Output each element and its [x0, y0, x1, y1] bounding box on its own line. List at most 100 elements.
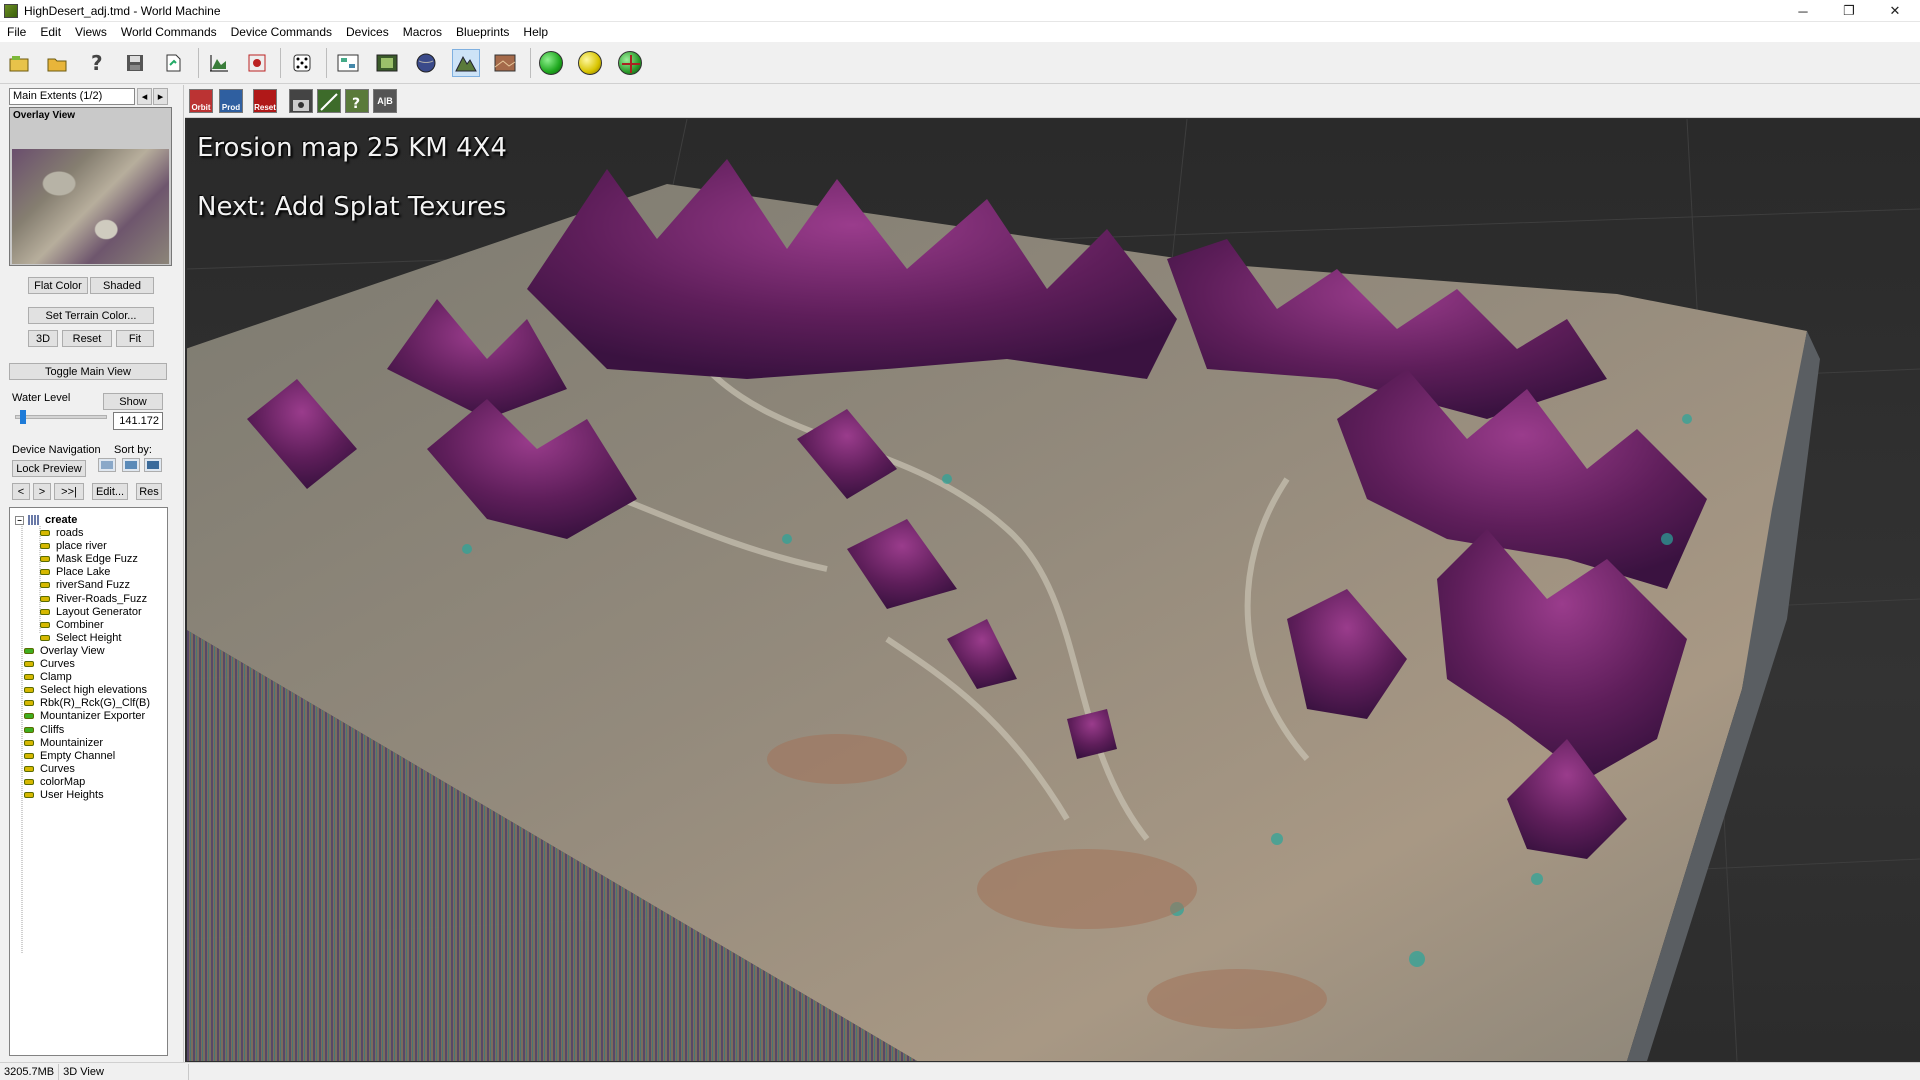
device-icon: [40, 556, 50, 563]
app-icon: [4, 3, 18, 18]
device-icon: [24, 661, 34, 667]
film-icon[interactable]: [373, 49, 401, 77]
water-level-field[interactable]: 141.172: [113, 412, 163, 430]
shaded-button[interactable]: Shaded: [90, 277, 154, 294]
toolbar-separator: [198, 48, 199, 78]
help-view-icon[interactable]: ?: [345, 89, 369, 113]
new-icon[interactable]: [5, 49, 33, 77]
sort-graph-icon[interactable]: [144, 458, 162, 472]
build-world-icon[interactable]: [616, 49, 644, 77]
collapse-icon[interactable]: −: [15, 515, 24, 525]
fit-button[interactable]: Fit: [116, 330, 154, 347]
water-level-slider[interactable]: [15, 410, 107, 424]
group-icon: [28, 515, 40, 525]
device-icon: [24, 778, 34, 785]
menu-device-commands[interactable]: Device Commands: [224, 25, 339, 39]
help-icon[interactable]: ?: [82, 49, 110, 77]
tree-node[interactable]: User Heights: [24, 787, 104, 803]
menu-world-commands[interactable]: World Commands: [114, 25, 224, 39]
device-icon: [40, 634, 50, 641]
device-icon: [40, 543, 50, 550]
open-icon[interactable]: [43, 49, 71, 77]
preview-image: [12, 149, 169, 264]
window-title: HighDesert_adj.tmd - World Machine: [24, 3, 221, 18]
close-button[interactable]: ✕: [1872, 0, 1918, 22]
device-icon: [40, 582, 50, 589]
terrain-icon[interactable]: [452, 49, 480, 77]
flat-color-button[interactable]: Flat Color: [28, 277, 88, 294]
sort-type-icon[interactable]: [122, 458, 140, 472]
dice-icon[interactable]: [288, 49, 316, 77]
terrain-scene[interactable]: Erosion map 25 KM 4X4 Next: Add Splat Te…: [187, 119, 1920, 1061]
status-bar: 3205.7MB 3D View: [0, 1062, 1920, 1080]
globe-icon[interactable]: [412, 49, 440, 77]
nav-next-button[interactable]: >: [33, 483, 51, 500]
device-icon: [40, 608, 50, 615]
sort-by-label: Sort by:: [114, 444, 152, 456]
device-icon: [24, 687, 34, 694]
menu-file[interactable]: File: [0, 25, 33, 39]
device-icon: [24, 792, 34, 798]
device-icon: [40, 530, 50, 536]
device-icon: [24, 674, 34, 681]
menu-blueprints[interactable]: Blueprints: [449, 25, 516, 39]
ab-compare-button[interactable]: A|B: [373, 89, 397, 113]
lock-preview-button[interactable]: Lock Preview: [12, 460, 86, 477]
menu-devices[interactable]: Devices: [339, 25, 396, 39]
build-yellow-icon[interactable]: [576, 49, 604, 77]
export-icon[interactable]: [159, 49, 187, 77]
slope-icon[interactable]: [317, 89, 341, 113]
memory-status: 3205.7MB: [0, 1063, 60, 1080]
preview-title: Overlay View: [13, 110, 76, 121]
3d-button[interactable]: 3D: [28, 330, 58, 347]
menu-help[interactable]: Help: [516, 25, 555, 39]
title-bar: HighDesert_adj.tmd - World Machine ─ ❐ ✕: [0, 0, 1920, 22]
reset-button[interactable]: Reset: [62, 330, 112, 347]
device-icon: [24, 739, 34, 746]
device-tree[interactable]: − create roads place river Mask Edge Fuzz P…: [9, 507, 168, 1056]
extents-next-button[interactable]: ▸: [153, 88, 168, 105]
water-level-label: Water Level: [12, 392, 71, 404]
terrain-render: [187, 119, 1920, 1061]
main-toolbar: ?: [0, 42, 1920, 84]
view-status: 3D View: [59, 1063, 190, 1080]
prod-button[interactable]: Prod: [219, 89, 243, 113]
layout-icon[interactable]: [334, 49, 362, 77]
toggle-main-view-button[interactable]: Toggle Main View: [9, 363, 167, 380]
set-terrain-color-button[interactable]: Set Terrain Color...: [28, 307, 154, 324]
menu-macros[interactable]: Macros: [396, 25, 449, 39]
camera-icon[interactable]: [289, 89, 313, 113]
extents-prev-button[interactable]: ◂: [137, 88, 152, 105]
overlay-preview[interactable]: Overlay View: [9, 107, 172, 266]
device-icon: [40, 595, 50, 602]
svg-text:?: ?: [352, 96, 360, 112]
toolbar-separator: [280, 48, 281, 78]
tree-node-label: User Heights: [40, 789, 104, 801]
chart-icon[interactable]: [205, 49, 233, 77]
menu-bar: File Edit Views World Commands Device Co…: [0, 22, 1920, 42]
slider-thumb[interactable]: [20, 410, 26, 424]
device-icon: [24, 726, 34, 733]
minimize-button[interactable]: ─: [1780, 0, 1826, 22]
edit-button[interactable]: Edit...: [92, 483, 128, 500]
extents-selector[interactable]: Main Extents (1/2): [9, 88, 135, 105]
settings-icon[interactable]: [243, 49, 271, 77]
show-button[interactable]: Show: [103, 393, 163, 410]
device-icon: [24, 765, 34, 772]
reset-view-button[interactable]: Reset: [253, 89, 277, 113]
nav-last-button[interactable]: >>|: [54, 483, 84, 500]
save-icon[interactable]: [121, 49, 149, 77]
nav-prev-button[interactable]: <: [12, 483, 30, 500]
viewport-caption-next: Next: Add Splat Texures: [197, 192, 507, 222]
device-icon: [24, 713, 34, 720]
texture-icon[interactable]: [491, 49, 519, 77]
res-button[interactable]: Res: [136, 483, 162, 500]
orbit-button[interactable]: Orbit: [189, 89, 213, 113]
viewport-3d[interactable]: Orbit Prod Reset ? A|B Erosion map 25 KM…: [185, 85, 1920, 1062]
build-green-icon[interactable]: [537, 49, 565, 77]
menu-edit[interactable]: Edit: [33, 25, 68, 39]
toolbar-separator: [530, 48, 531, 78]
restore-button[interactable]: ❐: [1826, 0, 1872, 22]
menu-views[interactable]: Views: [68, 25, 114, 39]
sort-list-icon[interactable]: [98, 458, 116, 472]
